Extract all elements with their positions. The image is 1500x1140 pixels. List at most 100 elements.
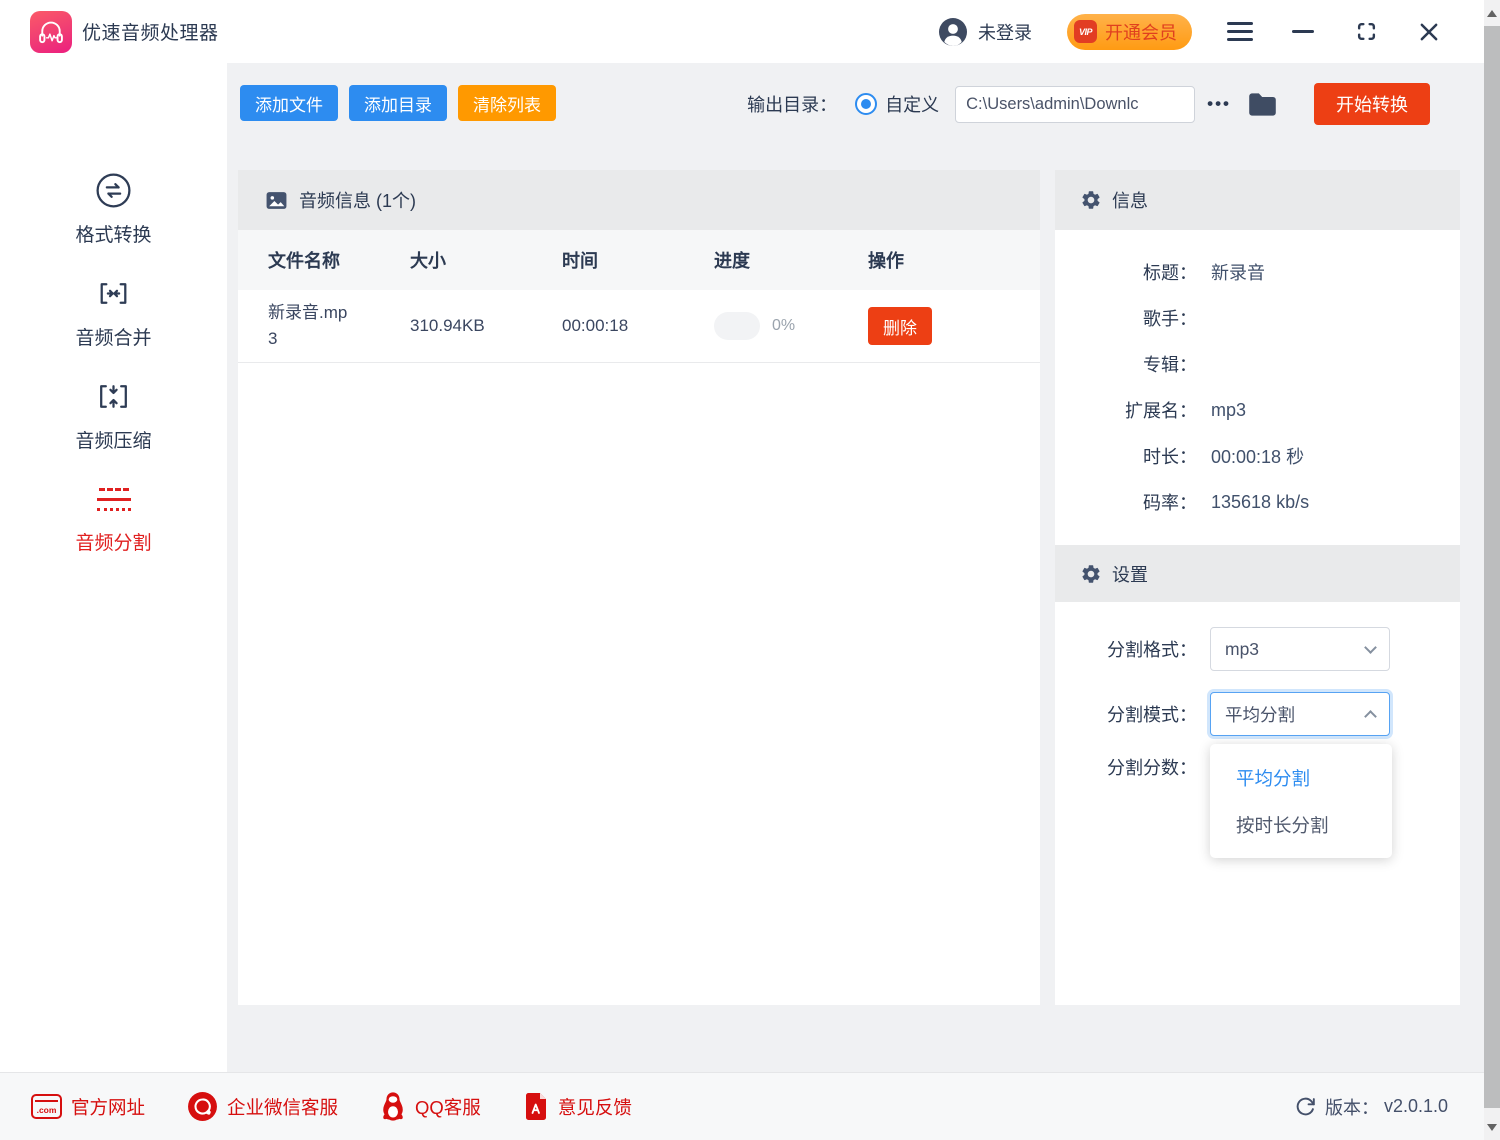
titlebar: 优速音频处理器 未登录 VIP 开通会员 bbox=[0, 0, 1500, 63]
minimize-icon bbox=[1292, 30, 1314, 33]
image-icon bbox=[265, 189, 288, 212]
feedback-label: 意见反馈 bbox=[558, 1094, 632, 1120]
output-dir-label: 输出目录： bbox=[747, 91, 837, 117]
split-mode-dropdown: 平均分割 按时长分割 bbox=[1210, 744, 1392, 858]
open-folder-icon[interactable] bbox=[1247, 91, 1278, 118]
version-value: v2.0.1.0 bbox=[1384, 1096, 1448, 1117]
col-time: 时间 bbox=[562, 247, 714, 273]
progress-bar bbox=[714, 312, 760, 340]
gear-icon bbox=[1080, 189, 1102, 211]
hamburger-icon bbox=[1227, 22, 1253, 42]
custom-output-radio[interactable] bbox=[855, 93, 877, 115]
chevron-up-icon bbox=[1364, 710, 1377, 723]
right-panel: 信息 标题：新录音 歌手： 专辑： 扩展名：mp3 时长：00:00:18 秒 … bbox=[1055, 170, 1460, 1005]
progress-percent: 0% bbox=[772, 317, 795, 335]
split-count-label: 分割分数： bbox=[1055, 754, 1197, 780]
file-name-cell: 新录音.mp3 bbox=[268, 300, 350, 353]
info-label-artist: 歌手： bbox=[1055, 305, 1197, 331]
start-convert-button[interactable]: 开始转换 bbox=[1314, 83, 1430, 125]
scrollbar-down-button[interactable] bbox=[1484, 1116, 1500, 1138]
audio-split-icon bbox=[96, 479, 132, 519]
maximize-button[interactable] bbox=[1351, 17, 1381, 47]
app-window: 优速音频处理器 未登录 VIP 开通会员 bbox=[0, 0, 1500, 1140]
vertical-scrollbar bbox=[1484, 0, 1500, 1140]
version-area: 版本：v2.0.1.0 bbox=[1295, 1094, 1448, 1120]
info-value-extension: mp3 bbox=[1211, 400, 1246, 421]
minimize-button[interactable] bbox=[1288, 17, 1318, 47]
official-website-label: 官方网址 bbox=[71, 1094, 145, 1120]
arrow-down-icon bbox=[1487, 1124, 1497, 1131]
maximize-icon bbox=[1356, 21, 1377, 42]
split-mode-value: 平均分割 bbox=[1225, 702, 1366, 727]
website-com-icon: .com bbox=[31, 1094, 62, 1119]
col-file-name: 文件名称 bbox=[268, 247, 410, 273]
official-website-link[interactable]: .com 官方网址 bbox=[31, 1094, 145, 1120]
menu-button[interactable] bbox=[1225, 17, 1255, 47]
feedback-link[interactable]: 意见反馈 bbox=[523, 1092, 632, 1122]
arrow-up-icon bbox=[1487, 10, 1497, 17]
clear-list-button[interactable]: 清除列表 bbox=[458, 85, 556, 121]
info-label-album: 专辑： bbox=[1055, 351, 1197, 377]
vip-label: 开通会员 bbox=[1105, 19, 1177, 45]
col-progress: 进度 bbox=[714, 247, 868, 273]
sidebar-item-label: 音频分割 bbox=[75, 528, 151, 555]
format-convert-icon bbox=[93, 170, 134, 211]
wechat-support-label: 企业微信客服 bbox=[227, 1094, 338, 1120]
open-vip-button[interactable]: VIP 开通会员 bbox=[1067, 14, 1192, 50]
add-file-button[interactable]: 添加文件 bbox=[240, 85, 338, 121]
split-format-select[interactable]: mp3 bbox=[1210, 627, 1390, 671]
toolbar: 添加文件 添加目录 清除列表 输出目录： 自定义 ••• 开始转换 bbox=[227, 63, 1500, 148]
sidebar-item-audio-merge[interactable]: 音频合并 bbox=[0, 273, 227, 349]
col-size: 大小 bbox=[410, 247, 562, 273]
info-fields: 标题：新录音 歌手： 专辑： 扩展名：mp3 时长：00:00:18 秒 码率：… bbox=[1055, 230, 1460, 525]
close-button[interactable] bbox=[1414, 17, 1444, 47]
feedback-doc-icon bbox=[523, 1092, 549, 1122]
settings-section-header: 设置 bbox=[1055, 545, 1460, 602]
info-value-duration: 00:00:18 秒 bbox=[1211, 443, 1304, 469]
dropdown-option-average-split[interactable]: 平均分割 bbox=[1210, 754, 1392, 801]
scrollbar-thumb[interactable] bbox=[1484, 26, 1500, 1108]
info-section-title: 信息 bbox=[1112, 187, 1148, 213]
wechat-support-link[interactable]: 企业微信客服 bbox=[187, 1091, 338, 1122]
app-title: 优速音频处理器 bbox=[82, 18, 219, 45]
close-icon bbox=[1418, 21, 1440, 43]
info-section-header: 信息 bbox=[1055, 170, 1460, 230]
info-value-title: 新录音 bbox=[1211, 259, 1265, 285]
info-label-title: 标题： bbox=[1055, 259, 1197, 285]
add-directory-button[interactable]: 添加目录 bbox=[349, 85, 447, 121]
audio-compress-icon bbox=[93, 376, 134, 417]
split-mode-select[interactable]: 平均分割 bbox=[1210, 692, 1390, 736]
info-label-extension: 扩展名： bbox=[1055, 397, 1197, 423]
split-format-value: mp3 bbox=[1225, 639, 1366, 660]
file-size-cell: 310.94KB bbox=[410, 316, 562, 336]
split-mode-label: 分割模式： bbox=[1055, 701, 1197, 727]
refresh-icon[interactable] bbox=[1295, 1096, 1316, 1117]
info-label-duration: 时长： bbox=[1055, 443, 1197, 469]
login-status[interactable]: 未登录 bbox=[978, 19, 1032, 45]
audio-file-panel-header: 音频信息 (1个) bbox=[238, 170, 1040, 230]
custom-output-label: 自定义 bbox=[885, 91, 939, 117]
user-avatar-icon[interactable] bbox=[939, 18, 967, 46]
file-time-cell: 00:00:18 bbox=[562, 316, 714, 336]
audio-info-title: 音频信息 (1个) bbox=[299, 187, 416, 213]
scrollbar-up-button[interactable] bbox=[1484, 2, 1500, 24]
dropdown-option-by-duration[interactable]: 按时长分割 bbox=[1210, 801, 1392, 848]
browse-more-button[interactable]: ••• bbox=[1207, 94, 1231, 114]
sidebar-item-label: 音频合并 bbox=[75, 323, 151, 350]
audio-merge-icon bbox=[93, 273, 134, 314]
table-header-row: 文件名称 大小 时间 进度 操作 bbox=[238, 230, 1040, 290]
footer: .com 官方网址 企业微信客服 QQ客服 意 bbox=[0, 1072, 1500, 1140]
wechat-icon bbox=[187, 1091, 218, 1122]
qq-penguin-icon bbox=[380, 1091, 406, 1122]
sidebar-item-format-convert[interactable]: 格式转换 bbox=[0, 170, 227, 246]
progress-cell: 0% bbox=[714, 312, 868, 340]
sidebar: 格式转换 音频合并 音频压缩 bbox=[0, 63, 227, 1072]
qq-support-link[interactable]: QQ客服 bbox=[380, 1091, 481, 1122]
sidebar-item-audio-split[interactable]: 音频分割 bbox=[0, 479, 227, 555]
version-label: 版本： bbox=[1325, 1094, 1379, 1120]
output-path-input[interactable] bbox=[955, 86, 1195, 123]
sidebar-item-audio-compress[interactable]: 音频压缩 bbox=[0, 376, 227, 452]
info-value-bitrate: 135618 kb/s bbox=[1211, 492, 1309, 513]
delete-button[interactable]: 删除 bbox=[868, 307, 932, 345]
main-content: 添加文件 添加目录 清除列表 输出目录： 自定义 ••• 开始转换 bbox=[227, 63, 1500, 1072]
